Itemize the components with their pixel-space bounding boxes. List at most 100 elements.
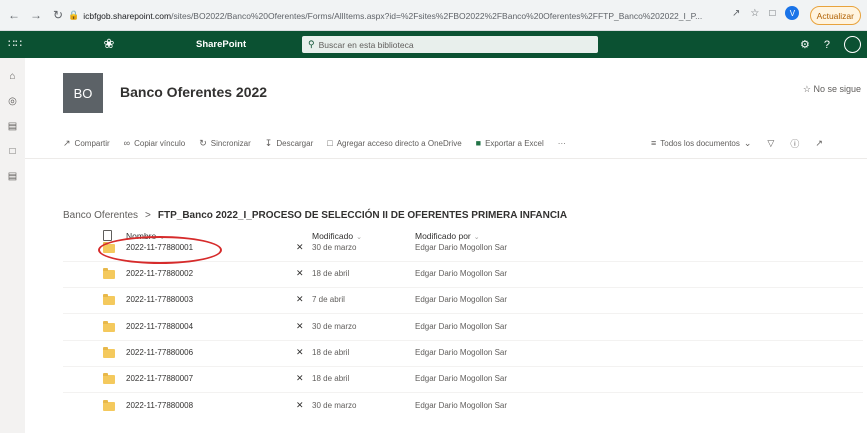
- table-row[interactable]: 2022-11-77880008 ✕ 30 de marzo Edgar Dar…: [63, 394, 863, 419]
- excel-icon: ■: [475, 138, 482, 148]
- folder-icon: [103, 321, 115, 332]
- library-search[interactable]: ⚲: [302, 36, 598, 53]
- folder-icon: [103, 400, 115, 411]
- breadcrumb-current[interactable]: FTP_Banco 2022_I_PROCESO DE SELECCIÓN II…: [158, 210, 567, 221]
- row-modified: 7 de abril: [312, 295, 345, 304]
- browser-toolbar: ← → ↻ 🔒 icbfgob.sharepoint.com/sites/BO2…: [0, 0, 867, 31]
- search-input[interactable]: [318, 39, 579, 50]
- table-row[interactable]: 2022-11-77880003 ✕ 7 de abril Edgar Dari…: [63, 288, 863, 313]
- expand-icon: ↗: [815, 137, 823, 148]
- star-icon: ☆: [802, 84, 814, 94]
- expand-button[interactable]: ↗: [815, 138, 827, 149]
- follow-button[interactable]: ☆ No se sigue: [803, 84, 861, 95]
- row-name[interactable]: 2022-11-77880003: [126, 295, 193, 304]
- row-modified-by: Edgar Dario Mogollon Sar: [415, 348, 508, 357]
- sync-status-icon: ✕: [296, 347, 304, 357]
- settings-gear-icon[interactable]: ⚙: [800, 38, 810, 51]
- update-browser-button[interactable]: Actualizar: [809, 6, 861, 25]
- lock-icon: 🔒: [68, 10, 80, 20]
- command-bar: ↗ Compartir ∞ Copiar vínculo ↻ Sincronizar …: [25, 132, 867, 154]
- breadcrumb: Banco Oferentes > FTP_Banco 2022_I_PROCE…: [63, 210, 567, 221]
- row-modified-by: Edgar Dario Mogollon Sar: [415, 401, 508, 410]
- row-modified: 30 de marzo: [312, 322, 357, 331]
- organization-logo-icon[interactable]: ❀: [100, 35, 118, 53]
- row-divider: [63, 392, 863, 393]
- site-logo[interactable]: BO: [63, 73, 103, 113]
- profile-avatar[interactable]: V: [785, 6, 800, 20]
- folder-icon: [103, 294, 115, 305]
- suite-bar: ∷∷ ❀ SharePoint ⚲ ⚙ ?: [0, 31, 867, 58]
- follow-label: No se sigue: [813, 84, 861, 94]
- download-label: Descargar: [276, 138, 314, 148]
- news-icon[interactable]: ▤: [6, 120, 19, 133]
- browser-actions: ↗ ☆ □ V: [732, 6, 800, 20]
- copy-link-button[interactable]: ∞ Copiar vínculo: [124, 138, 186, 148]
- view-controls: ≡ Todos los documentos ⌄ ▽ ⓘ ↗: [651, 132, 839, 154]
- row-modified-by: Edgar Dario Mogollon Sar: [415, 374, 508, 383]
- row-modified: 18 de abril: [312, 348, 350, 357]
- row-name[interactable]: 2022-11-77880006: [126, 348, 193, 357]
- folder-icon: [103, 373, 115, 384]
- home-icon[interactable]: ⌂: [6, 70, 19, 83]
- download-icon: ↧: [264, 137, 273, 148]
- filter-icon: ▽: [767, 137, 775, 148]
- url-host: icbfgob.sharepoint.com: [83, 10, 172, 21]
- sync-button[interactable]: ↻ Sincronizar: [199, 138, 251, 149]
- suite-bar-actions: ⚙ ?: [800, 36, 861, 53]
- shortcut-icon: □: [327, 138, 333, 148]
- export-excel-button[interactable]: ■ Exportar a Excel: [476, 138, 544, 148]
- info-button[interactable]: ⓘ: [790, 137, 803, 150]
- database-icon[interactable]: ▤: [6, 170, 19, 183]
- app-name[interactable]: SharePoint: [196, 39, 246, 50]
- add-shortcut-button[interactable]: □ Agregar acceso directo a OneDrive: [327, 138, 461, 148]
- address-bar[interactable]: 🔒 icbfgob.sharepoint.com/sites/BO2022/Ba…: [68, 6, 728, 25]
- chevron-down-icon: ⌄: [743, 137, 752, 148]
- copy-link-label: Copiar vínculo: [134, 138, 186, 148]
- bookmark-star-icon[interactable]: ☆: [750, 8, 759, 19]
- table-row[interactable]: 2022-11-77880004 ✕ 30 de marzo Edgar Dar…: [63, 315, 863, 340]
- reload-icon[interactable]: ↻: [50, 7, 66, 23]
- list-view-icon: ≡: [651, 138, 657, 148]
- download-button[interactable]: ↧ Descargar: [265, 138, 313, 149]
- sync-icon: ↻: [199, 137, 207, 148]
- row-name[interactable]: 2022-11-77880004: [126, 322, 193, 331]
- app-launcher-icon[interactable]: ∷∷: [8, 37, 22, 51]
- row-divider: [63, 313, 863, 314]
- row-name[interactable]: 2022-11-77880008: [126, 401, 193, 410]
- table-row[interactable]: 2022-11-77880002 ✕ 18 de abril Edgar Dar…: [63, 262, 863, 287]
- folder-icon: [103, 268, 115, 279]
- sync-status-icon: ✕: [296, 294, 304, 304]
- share-label: Compartir: [74, 138, 110, 148]
- site-title[interactable]: Banco Oferentes 2022: [120, 84, 267, 100]
- row-modified: 18 de abril: [312, 374, 350, 383]
- left-app-rail: ⌂ ◎ ▤ □ ▤: [0, 58, 25, 433]
- sync-status-icon: ✕: [296, 268, 304, 278]
- back-arrow-icon[interactable]: ←: [6, 7, 22, 23]
- row-modified-by: Edgar Dario Mogollon Sar: [415, 269, 508, 278]
- document-icon[interactable]: □: [6, 145, 19, 158]
- export-excel-label: Exportar a Excel: [485, 138, 544, 148]
- view-selector[interactable]: ≡ Todos los documentos ⌄: [651, 138, 755, 149]
- table-row[interactable]: 2022-11-77880007 ✕ 18 de abril Edgar Dar…: [63, 367, 863, 392]
- forward-arrow-icon[interactable]: →: [28, 7, 44, 23]
- share-page-icon[interactable]: ↗: [732, 8, 740, 19]
- breadcrumb-parent[interactable]: Banco Oferentes: [63, 210, 138, 221]
- tab-square-icon[interactable]: □: [769, 8, 775, 19]
- sync-status-icon: ✕: [296, 373, 304, 383]
- add-shortcut-label: Agregar acceso directo a OneDrive: [336, 138, 462, 148]
- row-name[interactable]: 2022-11-77880007: [126, 374, 193, 383]
- annotation-circle: [98, 236, 222, 264]
- folder-icon: [103, 347, 115, 358]
- share-button[interactable]: ↗ Compartir: [63, 138, 110, 149]
- globe-icon[interactable]: ◎: [6, 95, 19, 108]
- command-bar-divider: [25, 158, 867, 159]
- table-row[interactable]: 2022-11-77880006 ✕ 18 de abril Edgar Dar…: [63, 341, 863, 366]
- more-commands-button[interactable]: ···: [558, 139, 566, 148]
- account-avatar[interactable]: [844, 36, 861, 53]
- help-button[interactable]: ?: [824, 39, 830, 51]
- row-modified-by: Edgar Dario Mogollon Sar: [415, 243, 508, 252]
- row-name[interactable]: 2022-11-77880002: [126, 269, 193, 278]
- filter-button[interactable]: ▽: [767, 138, 778, 149]
- sync-status-icon: ✕: [296, 400, 304, 410]
- row-modified: 18 de abril: [312, 269, 350, 278]
